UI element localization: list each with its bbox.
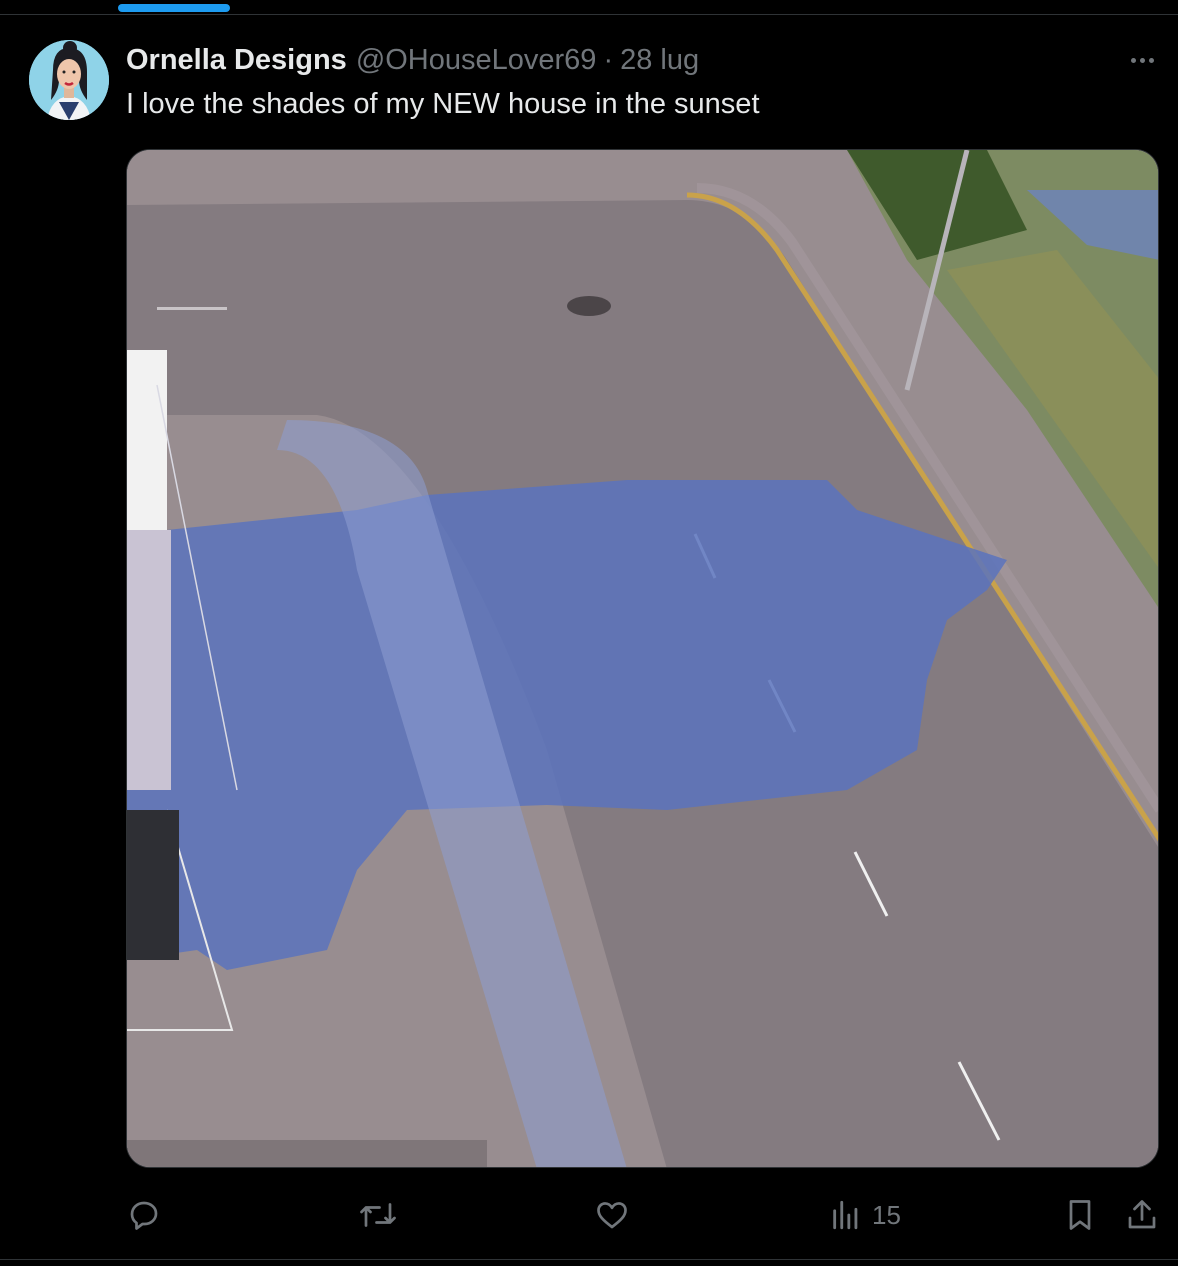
tweet-header: Ornella Designs @OHouseLover69 · 28 lug [126,40,699,80]
share-button[interactable] [1124,1190,1160,1240]
share-icon [1128,1200,1156,1229]
heart-icon [597,1202,627,1229]
bookmark-icon [1069,1200,1091,1230]
tweet-text: I love the shades of my NEW house in the… [126,88,760,120]
bottom-divider [0,1259,1178,1260]
avatar[interactable] [29,40,109,120]
like-button[interactable] [594,1190,630,1240]
bookmark-button[interactable] [1062,1190,1098,1240]
author-handle[interactable]: @OHouseLover69 [356,44,597,77]
views-count: 15 [872,1199,901,1230]
views-icon [833,1200,858,1230]
reply-button[interactable] [126,1190,162,1240]
tweet-date[interactable]: 28 lug [620,44,699,77]
views-button[interactable]: 15 [830,1190,901,1240]
avatar-image [29,40,109,120]
author-name[interactable]: Ornella Designs [126,44,347,77]
top-divider [0,14,1178,15]
active-tab-indicator [118,4,230,12]
retweet-icon [360,1203,396,1227]
more-icon[interactable] [1118,44,1166,76]
tweet-actions: 15 [0,1190,1178,1240]
street-screenshot [127,150,1158,1167]
retweet-button[interactable] [358,1190,398,1240]
separator-dot: · [603,43,614,76]
tweet-media-image[interactable] [126,149,1159,1168]
reply-icon [130,1201,158,1230]
